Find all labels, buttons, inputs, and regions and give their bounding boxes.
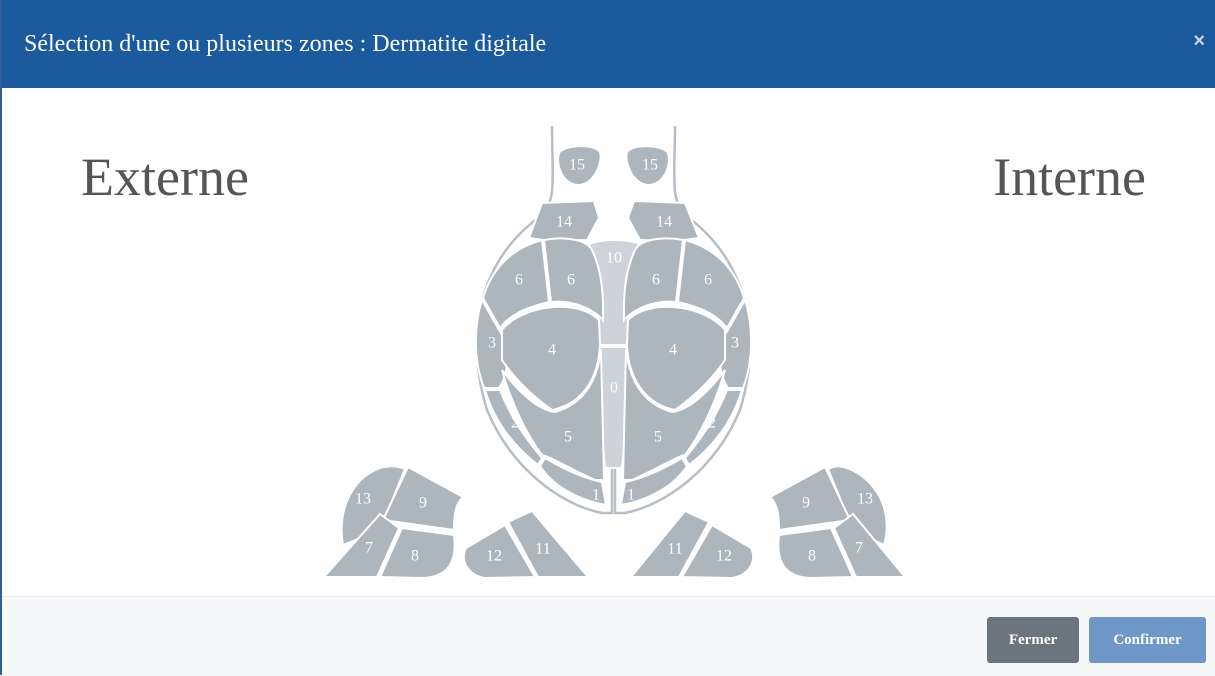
zone-15-right[interactable]: 15 — [625, 145, 670, 187]
modal-title: Sélection d'une ou plusieurs zones : Der… — [24, 31, 547, 57]
zone-selection-modal: Sélection d'une ou plusieurs zones : Der… — [0, 0, 1215, 676]
zone-14-left[interactable]: 14 — [527, 199, 601, 243]
close-icon[interactable]: × — [1193, 30, 1205, 53]
modal-body: Externe Interne 15 15 14 14 10 0 6 6 3 4… — [2, 88, 1215, 596]
zone-15-left[interactable]: 15 — [557, 145, 602, 187]
close-button[interactable]: Fermer — [987, 617, 1079, 663]
modal-header: Sélection d'une ou plusieurs zones : Der… — [2, 0, 1215, 88]
hoof-zone-diagram: 15 15 14 14 10 0 6 6 3 4 2 5 1 6 6 3 4 2… — [321, 125, 908, 580]
zone-14-right[interactable]: 14 — [626, 199, 701, 243]
confirm-button[interactable]: Confirmer — [1089, 617, 1206, 663]
modal-footer: Fermer Confirmer — [2, 596, 1215, 676]
